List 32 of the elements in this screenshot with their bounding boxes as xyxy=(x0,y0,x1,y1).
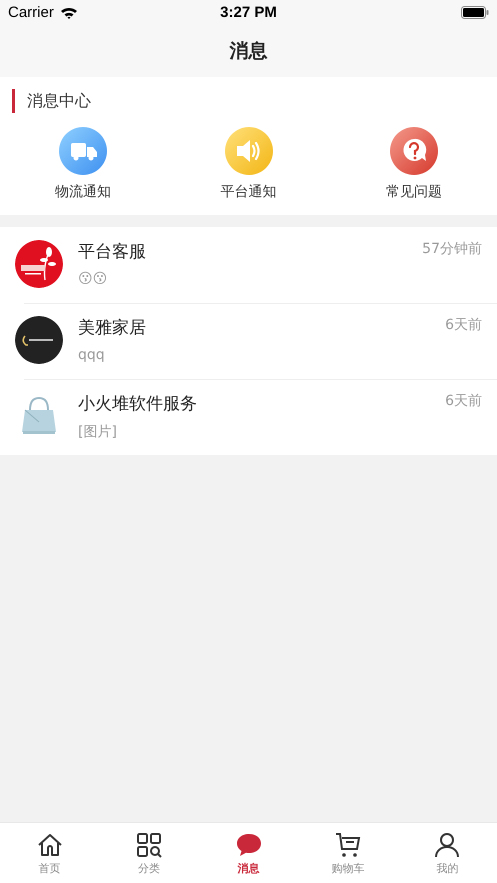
page-title: 消息 xyxy=(230,39,268,64)
contact-name: 美雅家居 xyxy=(78,317,146,339)
message-time: 6天前 xyxy=(445,316,482,335)
message-preview: qqq xyxy=(78,347,106,363)
question-icon xyxy=(390,127,438,175)
conversation-item[interactable]: 美雅家居 6天前 qqq xyxy=(0,303,497,379)
grid-icon xyxy=(135,830,164,858)
tab-item[interactable]: 分类 xyxy=(99,823,199,883)
tab-item[interactable]: 消息 xyxy=(198,823,298,883)
conversation-item[interactable]: 小火堆软件服务 6天前 [图片] xyxy=(0,379,497,455)
notice-shortcut[interactable]: 物流通知 xyxy=(0,127,166,201)
message-preview: [图片] xyxy=(78,423,118,441)
cart-icon xyxy=(334,830,362,858)
section-title: 消息中心 xyxy=(12,89,497,113)
truck-icon xyxy=(58,127,107,175)
contact-name: 小火堆软件服务 xyxy=(78,393,197,415)
message-preview: 😗😗 xyxy=(78,271,108,287)
notice-shortcut[interactable]: 常见问题 xyxy=(331,127,497,201)
battery-icon xyxy=(461,6,490,19)
contact-name: 平台客服 xyxy=(78,241,146,263)
person-icon xyxy=(433,830,462,858)
message-time: 6天前 xyxy=(445,392,482,411)
clock: 3:27 PM xyxy=(220,4,277,21)
carrier-label: Carrier xyxy=(8,4,54,21)
tab-item[interactable]: 购物车 xyxy=(298,823,398,883)
conversation-item[interactable]: 平台客服 57分钟前 😗😗 xyxy=(0,227,497,303)
message-time: 57分钟前 xyxy=(422,240,482,259)
tab-item[interactable]: 我的 xyxy=(398,823,497,883)
tab-item[interactable]: 首页 xyxy=(0,823,100,883)
speaker-icon xyxy=(224,127,272,175)
wifi-icon xyxy=(60,6,78,19)
notice-shortcut[interactable]: 平台通知 xyxy=(166,127,332,201)
